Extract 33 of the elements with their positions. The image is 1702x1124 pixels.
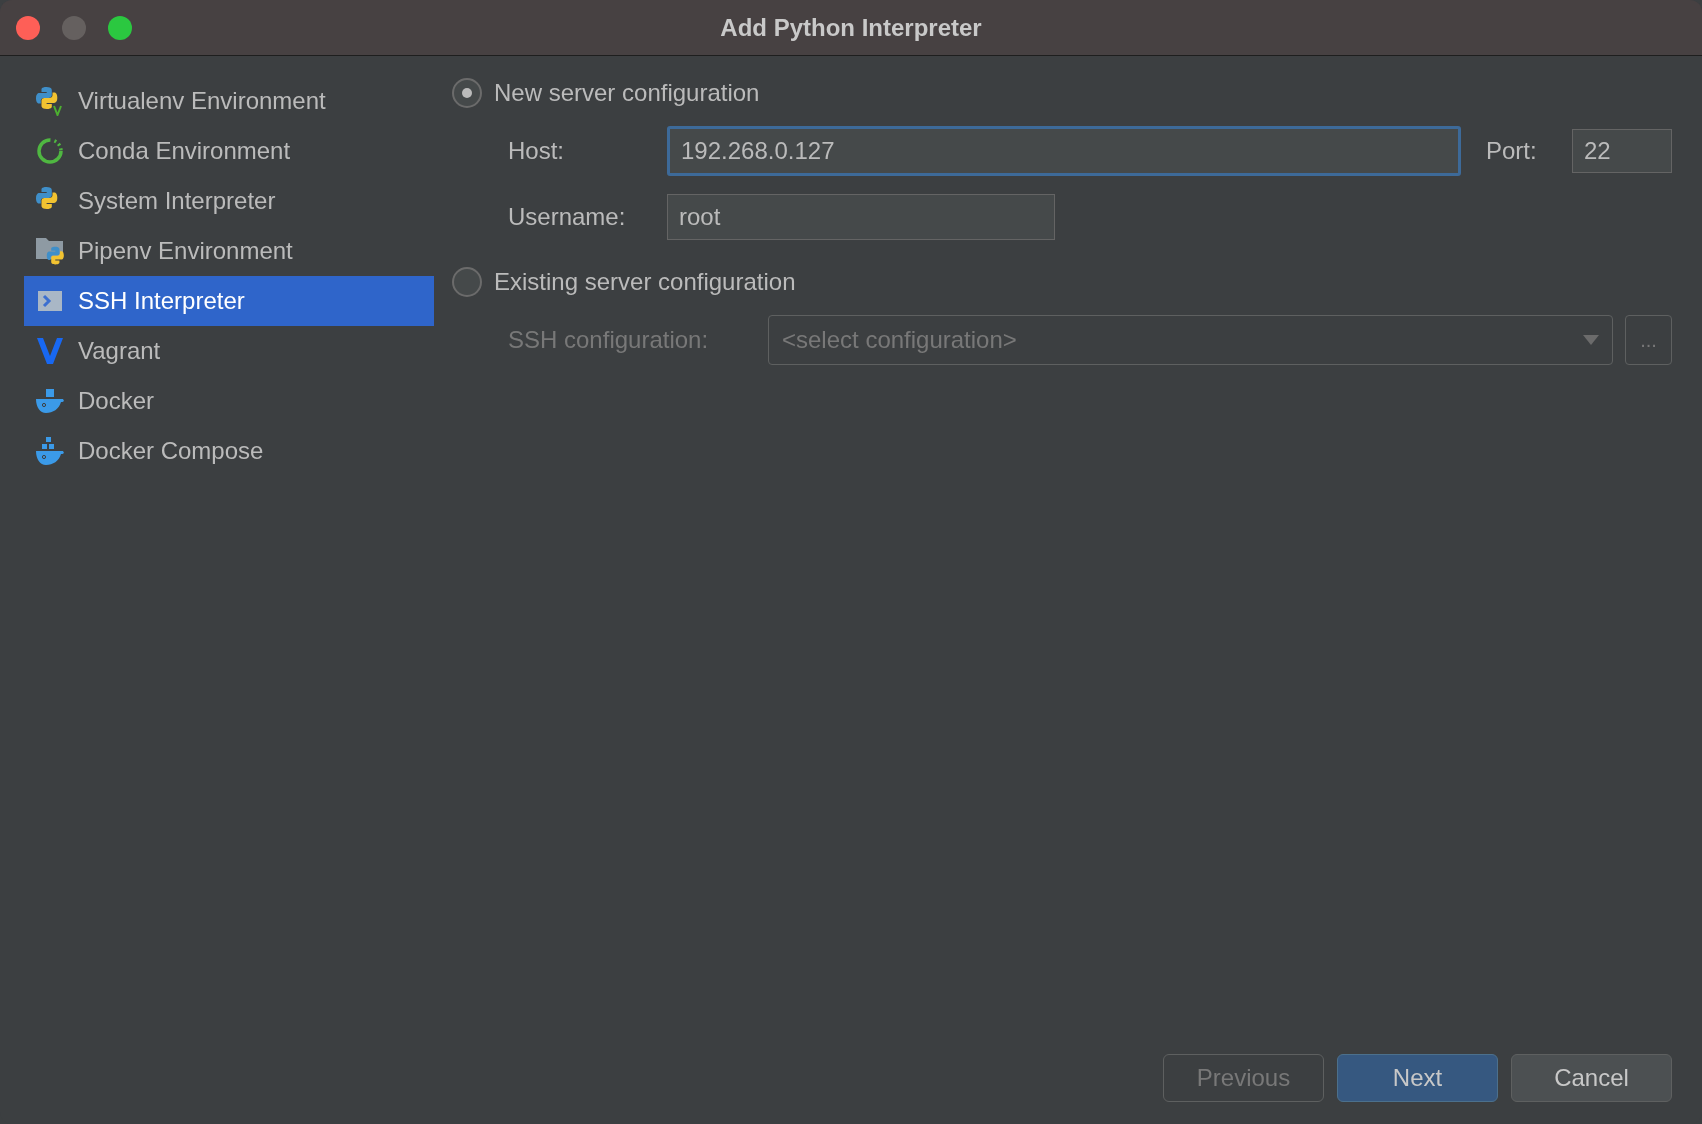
sidebar-item[interactable]: Docker Compose — [24, 426, 434, 476]
sidebar-item[interactable]: Docker — [24, 376, 434, 426]
port-field[interactable]: 22 — [1572, 129, 1672, 173]
radio-label: Existing server configuration — [494, 267, 796, 297]
field-label: Port: — [1486, 136, 1538, 166]
zoom-button[interactable] — [108, 15, 132, 40]
field-label: SSH configuration: — [508, 325, 710, 355]
sidebar-item[interactable]: System Interpreter — [24, 176, 434, 226]
dropdown-caret-icon — [1583, 335, 1599, 345]
folder-python-icon — [35, 236, 65, 266]
window-title: Add Python Interpreter — [720, 12, 982, 43]
radio-label: New server configuration — [494, 78, 760, 108]
sidebar-item[interactable]: Pipenv Environment — [24, 226, 434, 276]
python-icon — [35, 86, 65, 116]
dropdown-placeholder: <select configuration> — [782, 325, 1017, 355]
sidebar-item[interactable]: Conda Environment — [24, 126, 434, 176]
username-field[interactable]: root — [667, 194, 1055, 240]
whale-icon — [35, 436, 65, 466]
whale-icon — [35, 388, 65, 414]
sidebar-item[interactable]: Virtualenv Environment — [24, 76, 434, 126]
radio-button[interactable] — [452, 267, 482, 297]
sidebar-item[interactable]: SSH Interpreter — [24, 276, 434, 326]
field-label: Username: — [508, 202, 627, 232]
sidebar-item[interactable]: Vagrant — [24, 326, 434, 376]
radio-button[interactable] — [452, 78, 482, 108]
field-label: Host: — [508, 136, 565, 166]
v-letter-icon — [36, 336, 64, 366]
host-field[interactable]: 192.268.0.127 — [667, 126, 1461, 176]
dialog-button[interactable]: Next — [1337, 1054, 1498, 1102]
terminal-icon — [37, 288, 63, 314]
dialog-button[interactable]: Cancel — [1511, 1054, 1672, 1102]
ring-icon — [35, 136, 65, 166]
close-button[interactable] — [16, 15, 40, 40]
